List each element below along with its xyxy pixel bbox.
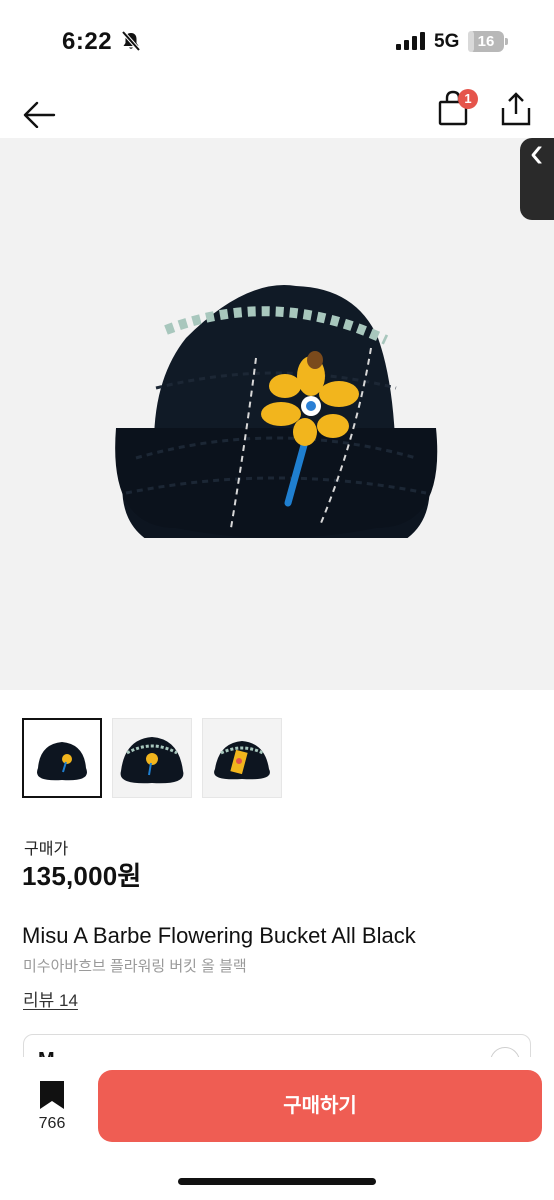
product-hat-image — [115, 285, 438, 538]
product-name: Misu A Barbe Flowering Bucket All Black — [22, 923, 416, 948]
status-bar: 6:22 5G 16 — [0, 0, 554, 80]
thumbnail-strip — [22, 718, 322, 798]
product-image-area[interactable] — [0, 138, 554, 690]
bookmark-count: 766 — [38, 1115, 66, 1132]
cart-count-badge: 1 — [458, 89, 478, 109]
network-label: 5G — [434, 31, 460, 52]
review-link[interactable]: 리뷰 14 — [23, 986, 78, 1011]
hat-thumbnail-image — [120, 737, 184, 784]
back-arrow-icon — [23, 101, 56, 129]
hat-thumbnail-image — [214, 741, 270, 780]
battery-icon: 16 — [468, 31, 508, 52]
chevron-left-icon: ‹ — [530, 127, 544, 177]
home-indicator — [178, 1178, 376, 1185]
share-icon — [501, 92, 531, 126]
thumbnail-1[interactable] — [22, 718, 102, 798]
bell-muted-icon — [121, 30, 141, 52]
price-value: 135,000원 — [22, 861, 142, 891]
status-time: 6:22 — [62, 28, 113, 55]
signal-icon — [396, 32, 425, 50]
product-name-korean: 미수아바흐브 플라워링 버킷 올 블랙 — [23, 958, 247, 975]
top-nav: 1 — [0, 80, 554, 138]
thumbnail-2[interactable] — [112, 718, 192, 798]
bookmark-icon — [40, 1081, 64, 1109]
buy-button[interactable]: 구매하기 — [98, 1070, 542, 1142]
share-button[interactable] — [496, 86, 536, 128]
battery-percent: 16 — [477, 33, 495, 50]
hat-thumbnail-image — [37, 742, 87, 781]
back-button[interactable] — [18, 88, 62, 129]
bookmark-button[interactable]: 766 — [30, 1081, 74, 1141]
thumbnail-3[interactable] — [202, 718, 282, 798]
